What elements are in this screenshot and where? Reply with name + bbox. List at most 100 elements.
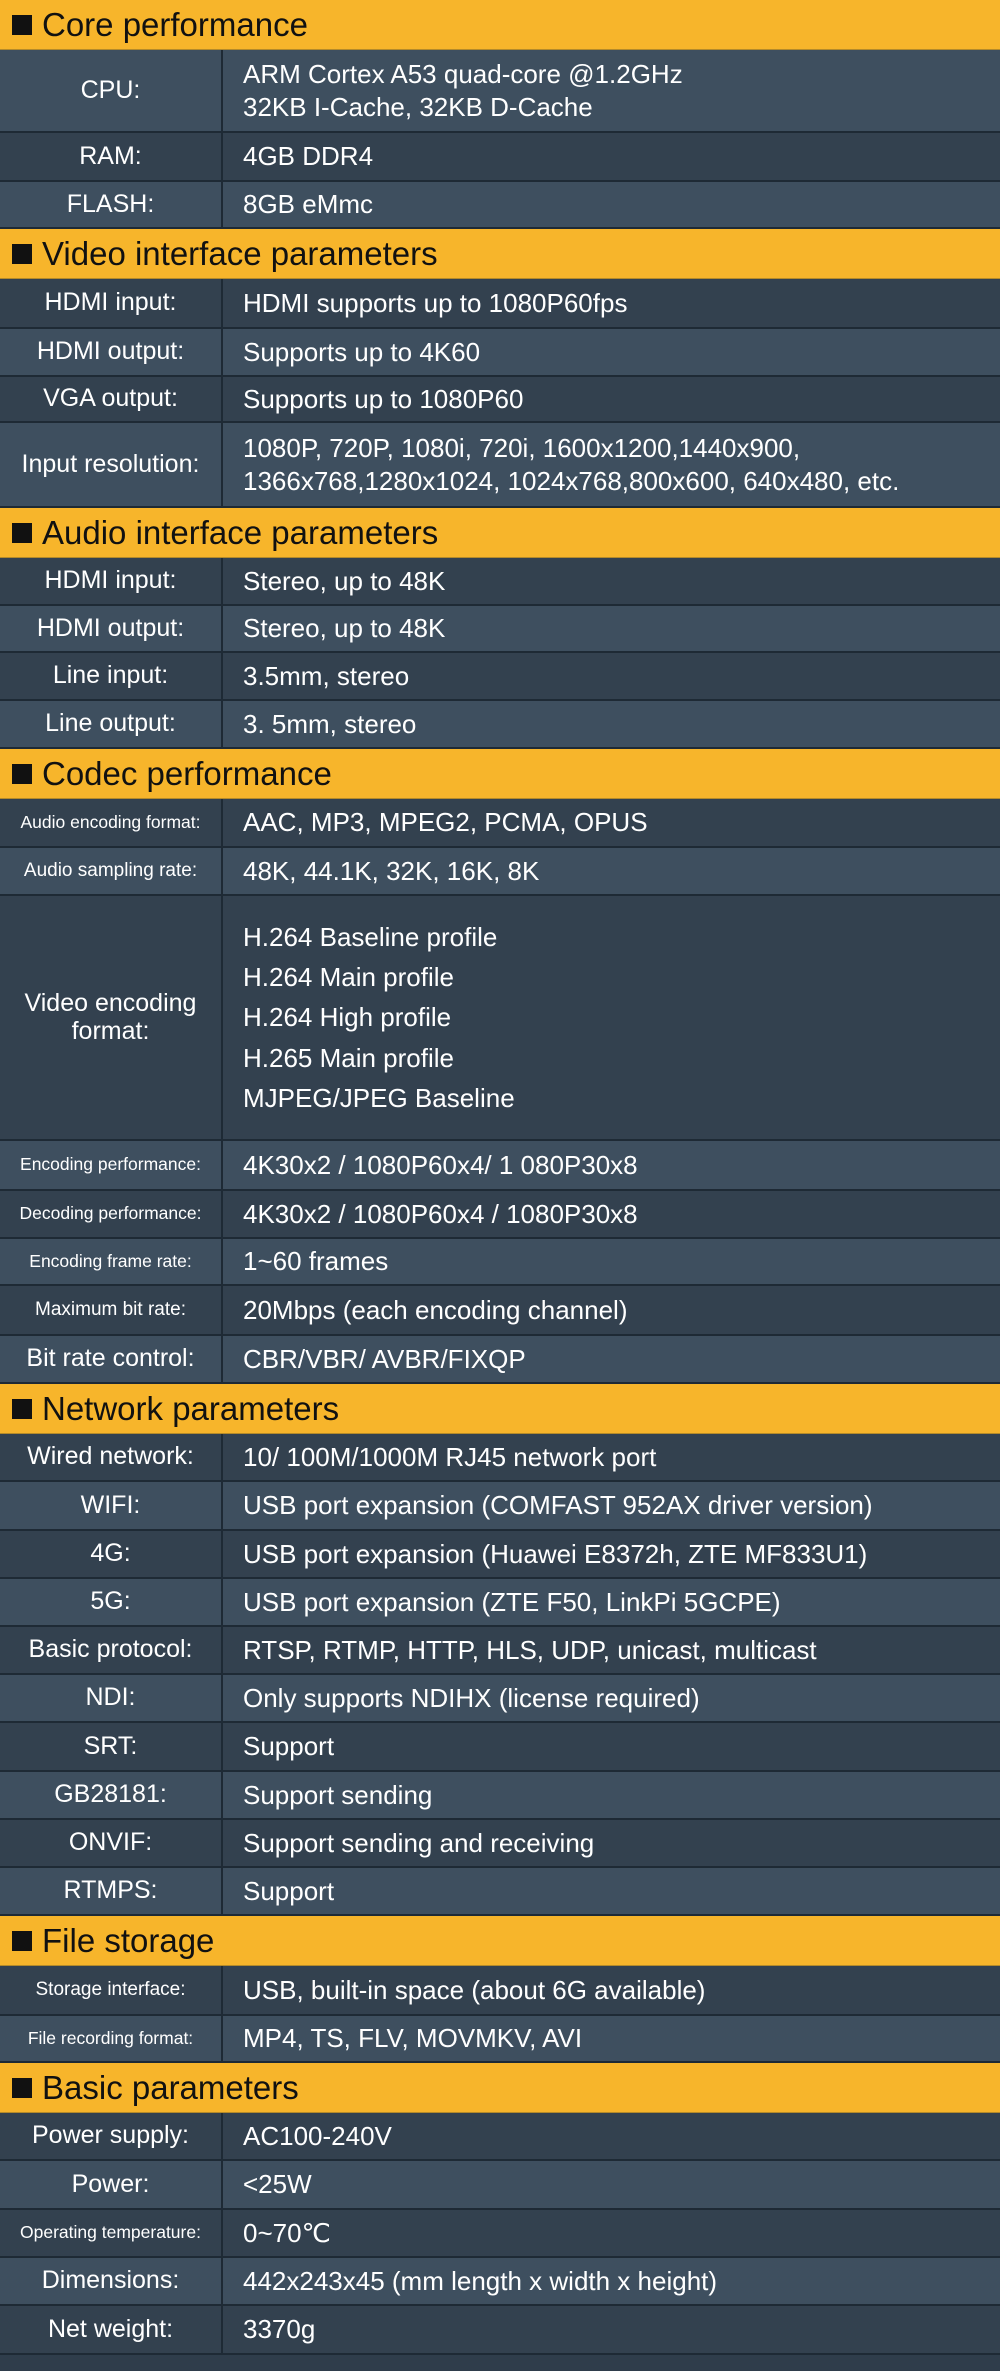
- spec-value: 0~70℃: [223, 2210, 1000, 2256]
- spec-value: Stereo, up to 48K: [223, 558, 1000, 604]
- spec-label: WIFI:: [0, 1482, 223, 1529]
- spec-value: Support: [223, 1723, 1000, 1770]
- spec-value-line: Support: [243, 1875, 335, 1906]
- spec-value-line: USB port expansion (COMFAST 952AX driver…: [243, 1490, 873, 1521]
- spec-label: HDMI input:: [0, 558, 223, 604]
- spec-value: RTSP, RTMP, HTTP, HLS, UDP, unicast, mul…: [223, 1627, 1000, 1673]
- spec-value-line: Stereo, up to 48K: [243, 613, 446, 644]
- spec-label: VGA output:: [0, 377, 223, 421]
- spec-value: AAC, MP3, MPEG2, PCMA, OPUS: [223, 799, 1000, 846]
- spec-label: HDMI output:: [0, 329, 223, 375]
- spec-value: USB port expansion (ZTE F50, LinkPi 5GCP…: [223, 1579, 1000, 1625]
- spec-value: Supports up to 1080P60: [223, 377, 1000, 421]
- spec-value: 48K, 44.1K, 32K, 16K, 8K: [223, 848, 1000, 894]
- spec-value-line: 4K30x2 / 1080P60x4 / 1080P30x8: [243, 1198, 638, 1229]
- spec-row-hdmi-output: HDMI output: Supports up to 4K60: [0, 329, 1000, 377]
- section-header-audio-interface-parameters: Audio interface parameters: [0, 508, 1000, 558]
- spec-row-wifi: WIFI: USB port expansion (COMFAST 952AX d…: [0, 1482, 1000, 1531]
- spec-label: Audio sampling rate:: [0, 848, 223, 894]
- spec-label: FLASH:: [0, 182, 223, 227]
- spec-value: AC100-240V: [223, 2113, 1000, 2159]
- spec-value: MP4, TS, FLV, MOVMKV, AVI: [223, 2016, 1000, 2061]
- spec-value-line: 4K30x2 / 1080P60x4/ 1 080P30x8: [243, 1149, 638, 1180]
- spec-row-4g: 4G: USB port expansion (Huawei E8372h, ZT…: [0, 1531, 1000, 1579]
- spec-value-line: 3370g: [243, 2314, 316, 2345]
- spec-value-line: <25W: [243, 2169, 312, 2200]
- spec-label: ONVIF:: [0, 1820, 223, 1866]
- spec-row-vga-output: VGA output: Supports up to 1080P60: [0, 377, 1000, 423]
- section-header-video-interface-parameters: Video interface parameters: [0, 229, 1000, 279]
- spec-value: CBR/VBR/ AVBR/FIXQP: [223, 1336, 1000, 1382]
- spec-value: Stereo, up to 48K: [223, 606, 1000, 651]
- spec-row-hdmi-output: HDMI output: Stereo, up to 48K: [0, 606, 1000, 653]
- spec-value: 4K30x2 / 1080P60x4/ 1 080P30x8: [223, 1141, 1000, 1189]
- spec-value-line: HDMI supports up to 1080P60fps: [243, 287, 628, 318]
- spec-label: Encoding frame rate:: [0, 1239, 223, 1284]
- spec-value-line: Supports up to 4K60: [243, 336, 481, 367]
- spec-value: USB port expansion (COMFAST 952AX driver…: [223, 1482, 1000, 1529]
- spec-row-line-input: Line input: 3.5mm, stereo: [0, 653, 1000, 701]
- spec-value-line: 3.5mm, stereo: [243, 660, 410, 691]
- spec-value-line: 1~60 frames: [243, 1246, 389, 1277]
- section-header-network-parameters: Network parameters: [0, 1384, 1000, 1434]
- spec-value-line: AAC, MP3, MPEG2, PCMA, OPUS: [243, 807, 648, 838]
- spec-value: 3. 5mm, stereo: [223, 701, 1000, 747]
- spec-row-power-supply: Power supply: AC100-240V: [0, 2113, 1000, 2161]
- spec-row-cpu: CPU: ARM Cortex A53 quad-core @1.2GHz 32KB…: [0, 50, 1000, 133]
- spec-value-line: RTSP, RTMP, HTTP, HLS, UDP, unicast, mul…: [243, 1634, 817, 1665]
- spec-value: 3.5mm, stereo: [223, 653, 1000, 699]
- spec-row-line-output: Line output: 3. 5mm, stereo: [0, 701, 1000, 749]
- spec-value-line: MJPEG/JPEG Baseline: [243, 1082, 515, 1113]
- spec-row-wired-network: Wired network: 10/ 100M/1000M RJ45 networ…: [0, 1434, 1000, 1482]
- section-title: Network parameters: [42, 1389, 340, 1427]
- spec-label: 4G:: [0, 1531, 223, 1577]
- spec-label: Net weight:: [0, 2306, 223, 2353]
- spec-row-dimensions: Dimensions: 442x243x45 (mm length x width…: [0, 2258, 1000, 2306]
- spec-row-storage-interface: Storage interface: USB, built-in space (a…: [0, 1966, 1000, 2016]
- spec-row-input-resolution: Input resolution: 1080P, 720P, 1080i, 720…: [0, 423, 1000, 508]
- spec-label: Storage interface:: [0, 1966, 223, 2014]
- spec-row-audio-sampling-rate: Audio sampling rate: 48K, 44.1K, 32K, 16K…: [0, 848, 1000, 896]
- spec-value-line: 20Mbps (each encoding channel): [243, 1294, 628, 1325]
- spec-value: USB, built-in space (about 6G available): [223, 1966, 1000, 2014]
- spec-label: Encoding performance:: [0, 1141, 223, 1189]
- spec-label: Dimensions:: [0, 2258, 223, 2304]
- spec-value: 442x243x45 (mm length x width x height): [223, 2258, 1000, 2304]
- spec-label: File recording format:: [0, 2016, 223, 2061]
- spec-row-net-weight: Net weight: 3370g: [0, 2306, 1000, 2355]
- square-bullet-icon: [12, 14, 32, 35]
- spec-value-line: 10/ 100M/1000M RJ45 network port: [243, 1441, 657, 1472]
- spec-row-ram: RAM: 4GB DDR4: [0, 133, 1000, 182]
- spec-value-line: Stereo, up to 48K: [243, 565, 446, 596]
- spec-label: Wired network:: [0, 1434, 223, 1480]
- section-header-core-performance: Core performance: [0, 0, 1000, 50]
- spec-label: HDMI input:: [0, 279, 223, 327]
- square-bullet-icon: [12, 1398, 32, 1419]
- section-title: Codec performance: [42, 754, 332, 792]
- spec-label: Video encoding format:: [0, 896, 223, 1139]
- spec-row-audio-encoding-format: Audio encoding format: AAC, MP3, MPEG2, P…: [0, 799, 1000, 848]
- spec-value-line: ARM Cortex A53 quad-core @1.2GHz: [243, 59, 683, 89]
- spec-value-line: AC100-240V: [243, 2120, 392, 2151]
- spec-value-line: Support sending: [243, 1779, 433, 1810]
- spec-value-line: 442x243x45 (mm length x width x height): [243, 2265, 718, 2296]
- spec-row-flash: FLASH: 8GB eMmc: [0, 182, 1000, 229]
- spec-value: Support: [223, 1868, 1000, 1914]
- spec-value-line: H.264 Main profile: [243, 962, 454, 993]
- spec-label: Audio encoding format:: [0, 799, 223, 846]
- spec-value: H.264 Baseline profile H.264 Main profile…: [223, 896, 1000, 1139]
- spec-value: ARM Cortex A53 quad-core @1.2GHz 32KB I-C…: [223, 50, 1000, 131]
- spec-value-line: H.265 Main profile: [243, 1042, 454, 1073]
- spec-label: Bit rate control:: [0, 1336, 223, 1382]
- spec-value: 20Mbps (each encoding channel): [223, 1286, 1000, 1334]
- spec-value: USB port expansion (Huawei E8372h, ZTE M…: [223, 1531, 1000, 1577]
- spec-row-encoding-frame-rate: Encoding frame rate: 1~60 frames: [0, 1239, 1000, 1286]
- spec-value-line: H.264 Baseline profile: [243, 921, 498, 952]
- spec-value-line: Support: [243, 1731, 335, 1762]
- section-header-codec-performance: Codec performance: [0, 749, 1000, 799]
- section-title: File storage: [42, 1921, 215, 1959]
- spec-value: <25W: [223, 2161, 1000, 2208]
- spec-value: 4GB DDR4: [223, 133, 1000, 180]
- spec-value: Supports up to 4K60: [223, 329, 1000, 375]
- spec-row-ndi: NDI: Only supports NDIHX (license require…: [0, 1675, 1000, 1723]
